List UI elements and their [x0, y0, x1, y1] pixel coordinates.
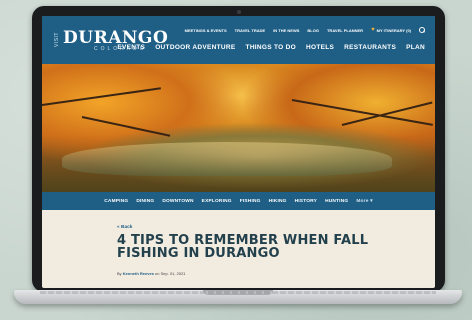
util-nav-travel-trade[interactable]: TRAVEL TRADE [235, 28, 266, 33]
hero-image [42, 64, 435, 192]
category-nav: CAMPING DINING DOWNTOWN EXPLORING FISHIN… [42, 192, 435, 210]
camera-icon [236, 10, 241, 14]
category-fishing[interactable]: FISHING [240, 199, 261, 204]
category-camping[interactable]: CAMPING [104, 199, 128, 204]
hero-branch [42, 87, 161, 106]
hero-branch [291, 99, 434, 126]
article-byline: By Kenneth Reeves on Sep. 01, 2021 [117, 271, 186, 276]
search-icon[interactable] [419, 27, 425, 33]
main-nav-plan[interactable]: PLAN [406, 44, 425, 51]
category-history[interactable]: HISTORY [295, 199, 317, 204]
util-nav-blog[interactable]: BLOG [307, 28, 319, 33]
category-downtown[interactable]: DOWNTOWN [162, 199, 193, 204]
main-nav-restaurants[interactable]: RESTAURANTS [344, 44, 396, 51]
main-nav: EVENTS OUTDOOR ADVENTURE THINGS TO DO HO… [117, 44, 425, 51]
byline-prefix: By [117, 271, 122, 276]
site-header: VISIT DURANGO COLORADO MEETINGS & EVENTS… [42, 16, 435, 64]
keyboard-edge [40, 291, 436, 294]
article-title: 4 TIPS TO REMEMBER WHEN FALL FISHING IN … [117, 233, 369, 261]
category-exploring[interactable]: EXPLORING [202, 199, 232, 204]
itinerary-label: MY ITINERARY (0) [376, 27, 411, 33]
heart-icon: ♥ [371, 27, 375, 33]
laptop-screen-frame: VISIT DURANGO COLORADO MEETINGS & EVENTS… [32, 6, 445, 292]
category-hiking[interactable]: HIKING [269, 199, 287, 204]
itinerary-link[interactable]: ♥ MY ITINERARY (0) [371, 27, 411, 33]
logo-prefix: VISIT [54, 32, 60, 48]
main-nav-things-to-do[interactable]: THINGS TO DO [246, 44, 296, 51]
hero-branch [81, 116, 171, 137]
main-nav-hotels[interactable]: HOTELS [306, 44, 334, 51]
browser-viewport: VISIT DURANGO COLORADO MEETINGS & EVENTS… [42, 16, 435, 288]
category-more-dropdown[interactable]: More ▾ [356, 199, 372, 204]
util-nav-news[interactable]: IN THE NEWS [273, 28, 299, 33]
main-nav-outdoor-adventure[interactable]: OUTDOOR ADVENTURE [155, 44, 235, 51]
category-hunting[interactable]: HUNTING [325, 199, 348, 204]
util-nav-meetings[interactable]: MEETINGS & EVENTS [185, 28, 227, 33]
utility-nav: MEETINGS & EVENTS TRAVEL TRADE IN THE NE… [185, 27, 425, 33]
author-link[interactable]: Kenneth Reeves [123, 271, 154, 276]
hero-river [62, 142, 392, 176]
category-dining[interactable]: DINING [136, 199, 154, 204]
util-nav-travel-planner[interactable]: TRAVEL PLANNER [327, 28, 363, 33]
main-nav-events[interactable]: EVENTS [117, 44, 145, 51]
back-link[interactable]: « Back [117, 225, 132, 230]
byline-date: on Sep. 01, 2021 [155, 271, 186, 276]
